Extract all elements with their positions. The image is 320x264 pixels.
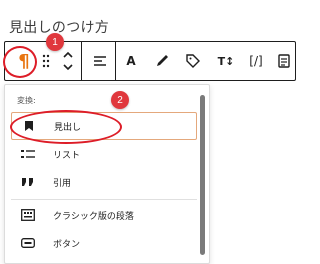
align-left-icon [94,56,106,66]
step-badge-2: 2 [111,91,129,109]
menu-divider [11,199,197,200]
paragraph-transform-button[interactable]: ¶ [9,42,39,80]
highlight-button[interactable] [151,42,173,80]
pen-icon [157,55,168,66]
menu-item-list[interactable]: リスト [11,140,197,168]
note-button[interactable] [273,42,295,80]
menu-section-label: 変換: [17,96,36,105]
menu-scrollbar[interactable] [200,95,205,255]
menu-item-quote[interactable]: 引用 [11,168,197,196]
chevron-up-icon[interactable] [62,51,74,59]
bold-button[interactable]: A [121,42,141,80]
text-size-button[interactable]: T↕ [213,42,239,80]
button-icon [17,238,39,248]
code-button[interactable]: [/] [243,42,269,80]
bookmark-icon [18,120,40,132]
menu-item-heading[interactable]: 見出し [11,112,197,140]
classic-icon [17,209,39,221]
toolbar-divider [81,42,82,80]
transform-menu: 変換: 見出し リスト 引用 クラシック版の段落 ボタン [4,84,210,264]
list-icon [17,149,39,159]
chevron-down-icon[interactable] [62,63,74,71]
menu-item-label: ボタン [53,239,81,250]
menu-item-label: 見出し [54,122,82,133]
menu-item-label: クラシック版の段落 [53,211,134,222]
menu-item-label: 引用 [53,178,72,189]
align-button[interactable] [87,42,113,80]
step-badge-1: 1 [46,33,64,51]
quote-icon [17,177,39,187]
menu-item-classic-paragraph[interactable]: クラシック版の段落 [11,201,197,229]
menu-item-label: リスト [53,150,81,161]
document-icon [278,54,290,68]
tag-button[interactable] [181,42,205,80]
menu-item-button[interactable]: ボタン [11,229,197,257]
tag-icon [186,54,200,68]
toolbar-divider [115,42,116,80]
